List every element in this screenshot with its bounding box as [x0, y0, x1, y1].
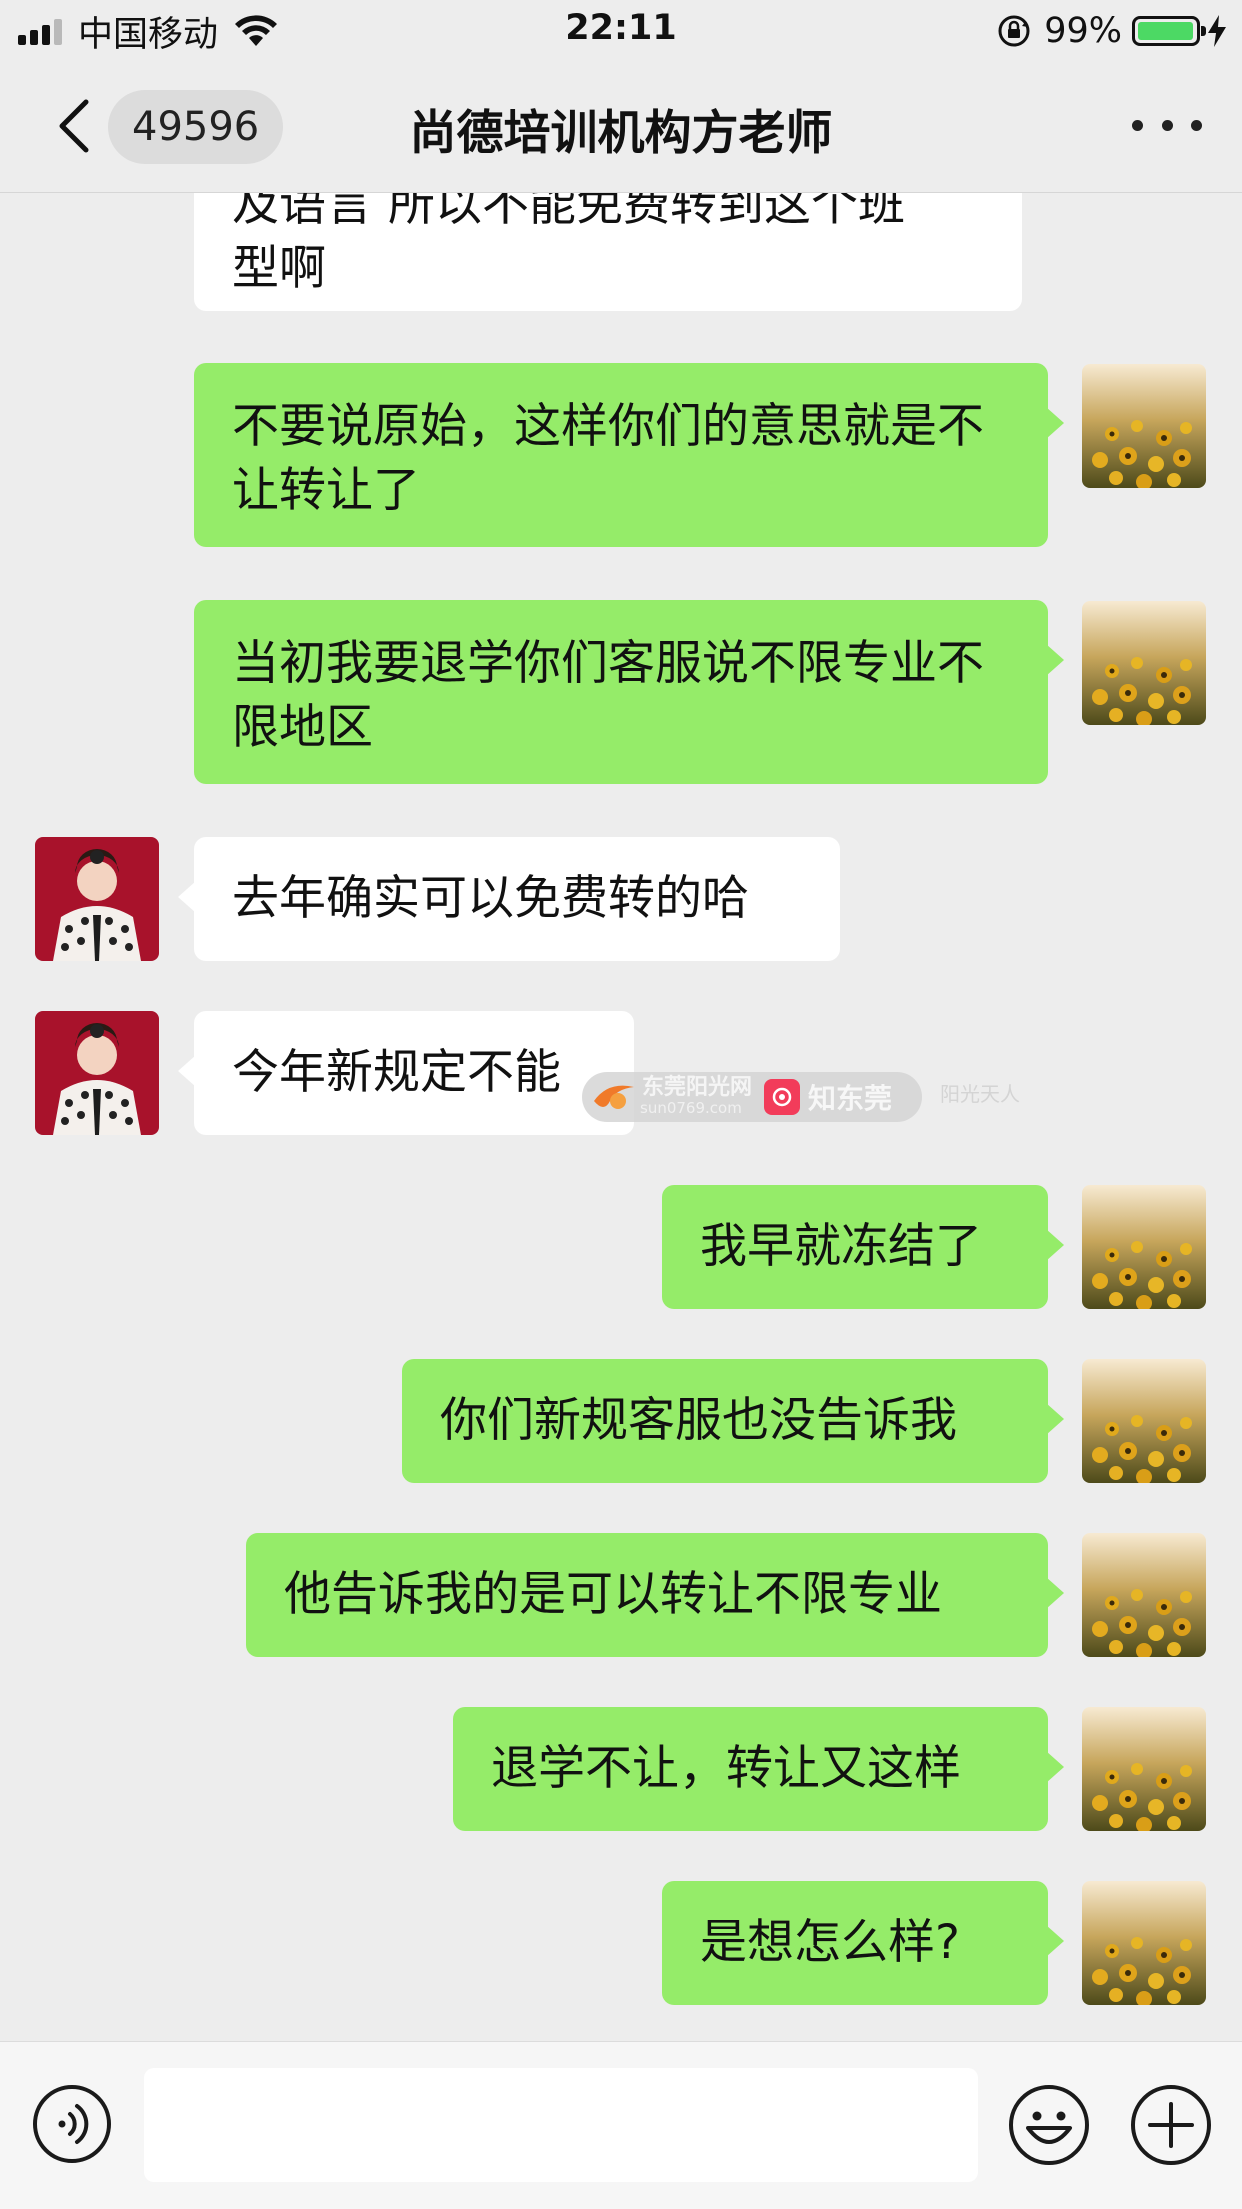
sunflower-avatar-image [1082, 1881, 1206, 2005]
watermark-brand: 知东莞 [808, 1082, 893, 1115]
zhidongguan-logo-icon [764, 1079, 801, 1115]
chevron-left-icon[interactable] [54, 98, 94, 154]
message-text: 今年新规定不能 [232, 1045, 561, 1100]
message-bubble-received[interactable]: 今年新规定不能 [178, 1011, 634, 1135]
contact-avatar[interactable] [35, 1011, 159, 1135]
voice-icon[interactable] [32, 2084, 112, 2164]
message-bubble-sent[interactable]: 当初我要退学你们客服说不限专业不限地区 [194, 600, 1064, 784]
message-text: 去年确实可以免费转的哈 [232, 871, 749, 926]
rotation-lock-icon [998, 15, 1030, 47]
message-bubble-sent[interactable]: 他告诉我的是可以转让不限专业 [246, 1533, 1064, 1657]
watermark-site-name: 东莞阳光网 [642, 1075, 753, 1100]
unread-count-badge[interactable]: 49596 [108, 90, 284, 164]
chat-header: 49596 尚德培训机构方老师 [0, 62, 1242, 193]
teacher-avatar-image [35, 837, 159, 961]
site-watermark: 东莞阳光网 sun0769.com 知东莞 [582, 1072, 922, 1122]
sunflower-avatar-image [1082, 1707, 1206, 1831]
message-bubble-sent[interactable]: 我早就冻结了 [662, 1185, 1064, 1309]
message-input[interactable] [144, 2068, 978, 2182]
battery-icon [1132, 16, 1206, 46]
more-dots-icon[interactable] [1132, 110, 1202, 140]
battery-percentage: 99% [1044, 11, 1122, 51]
watermark-domain: sun0769.com [640, 1099, 742, 1117]
charging-bolt-icon [1208, 15, 1226, 47]
my-avatar[interactable] [1082, 1359, 1206, 1483]
message-text-partial: 及语言 所以不能免费转到这个班 [232, 193, 905, 232]
message-text: 我早就冻结了 [700, 1219, 982, 1274]
message-bubble-sent[interactable]: 你们新规客服也没告诉我 [402, 1359, 1064, 1483]
message-text: 他告诉我的是可以转让不限专业 [284, 1567, 942, 1622]
sunflower-avatar-image [1082, 601, 1206, 725]
message-bubble-sent[interactable]: 不要说原始，这样你们的意思就是不让转让了 [194, 363, 1064, 547]
my-avatar[interactable] [1082, 364, 1206, 488]
message-text: 当初我要退学你们客服说不限专业不限地区 [232, 636, 984, 755]
message-text: 你们新规客服也没告诉我 [440, 1393, 957, 1448]
sun-logo-icon [594, 1085, 634, 1109]
my-avatar[interactable] [1082, 1707, 1206, 1831]
sunflower-avatar-image [1082, 1533, 1206, 1657]
emoji-icon[interactable] [1008, 2084, 1090, 2166]
message-bubble-received[interactable]: 去年确实可以免费转的哈 [178, 837, 840, 961]
watermark-faint-text: 阳光天人 [940, 1082, 1020, 1106]
message-text: 型啊 [232, 241, 326, 296]
my-avatar[interactable] [1082, 601, 1206, 725]
sunflower-avatar-image [1082, 364, 1206, 488]
sunflower-avatar-image [1082, 1359, 1206, 1483]
teacher-avatar-image [35, 1011, 159, 1135]
message-text: 不要说原始，这样你们的意思就是不让转让了 [232, 399, 984, 518]
my-avatar[interactable] [1082, 1881, 1206, 2005]
message-bubble-sent[interactable]: 退学不让，转让又这样 [453, 1707, 1064, 1831]
message-text: 是想怎么样? [700, 1915, 960, 1970]
message-input-bar [0, 2041, 1242, 2209]
my-avatar[interactable] [1082, 1533, 1206, 1657]
plus-icon[interactable] [1130, 2084, 1212, 2166]
my-avatar[interactable] [1082, 1185, 1206, 1309]
sunflower-avatar-image [1082, 1185, 1206, 1309]
message-bubble-sent[interactable]: 是想怎么样? [662, 1881, 1064, 2005]
contact-avatar[interactable] [35, 837, 159, 961]
status-bar: 中国移动 22:11 99% [0, 0, 1242, 62]
message-text: 退学不让，转让又这样 [491, 1741, 961, 1796]
message-bubble-received[interactable]: 及语言 所以不能免费转到这个班 型啊 [194, 193, 1022, 311]
